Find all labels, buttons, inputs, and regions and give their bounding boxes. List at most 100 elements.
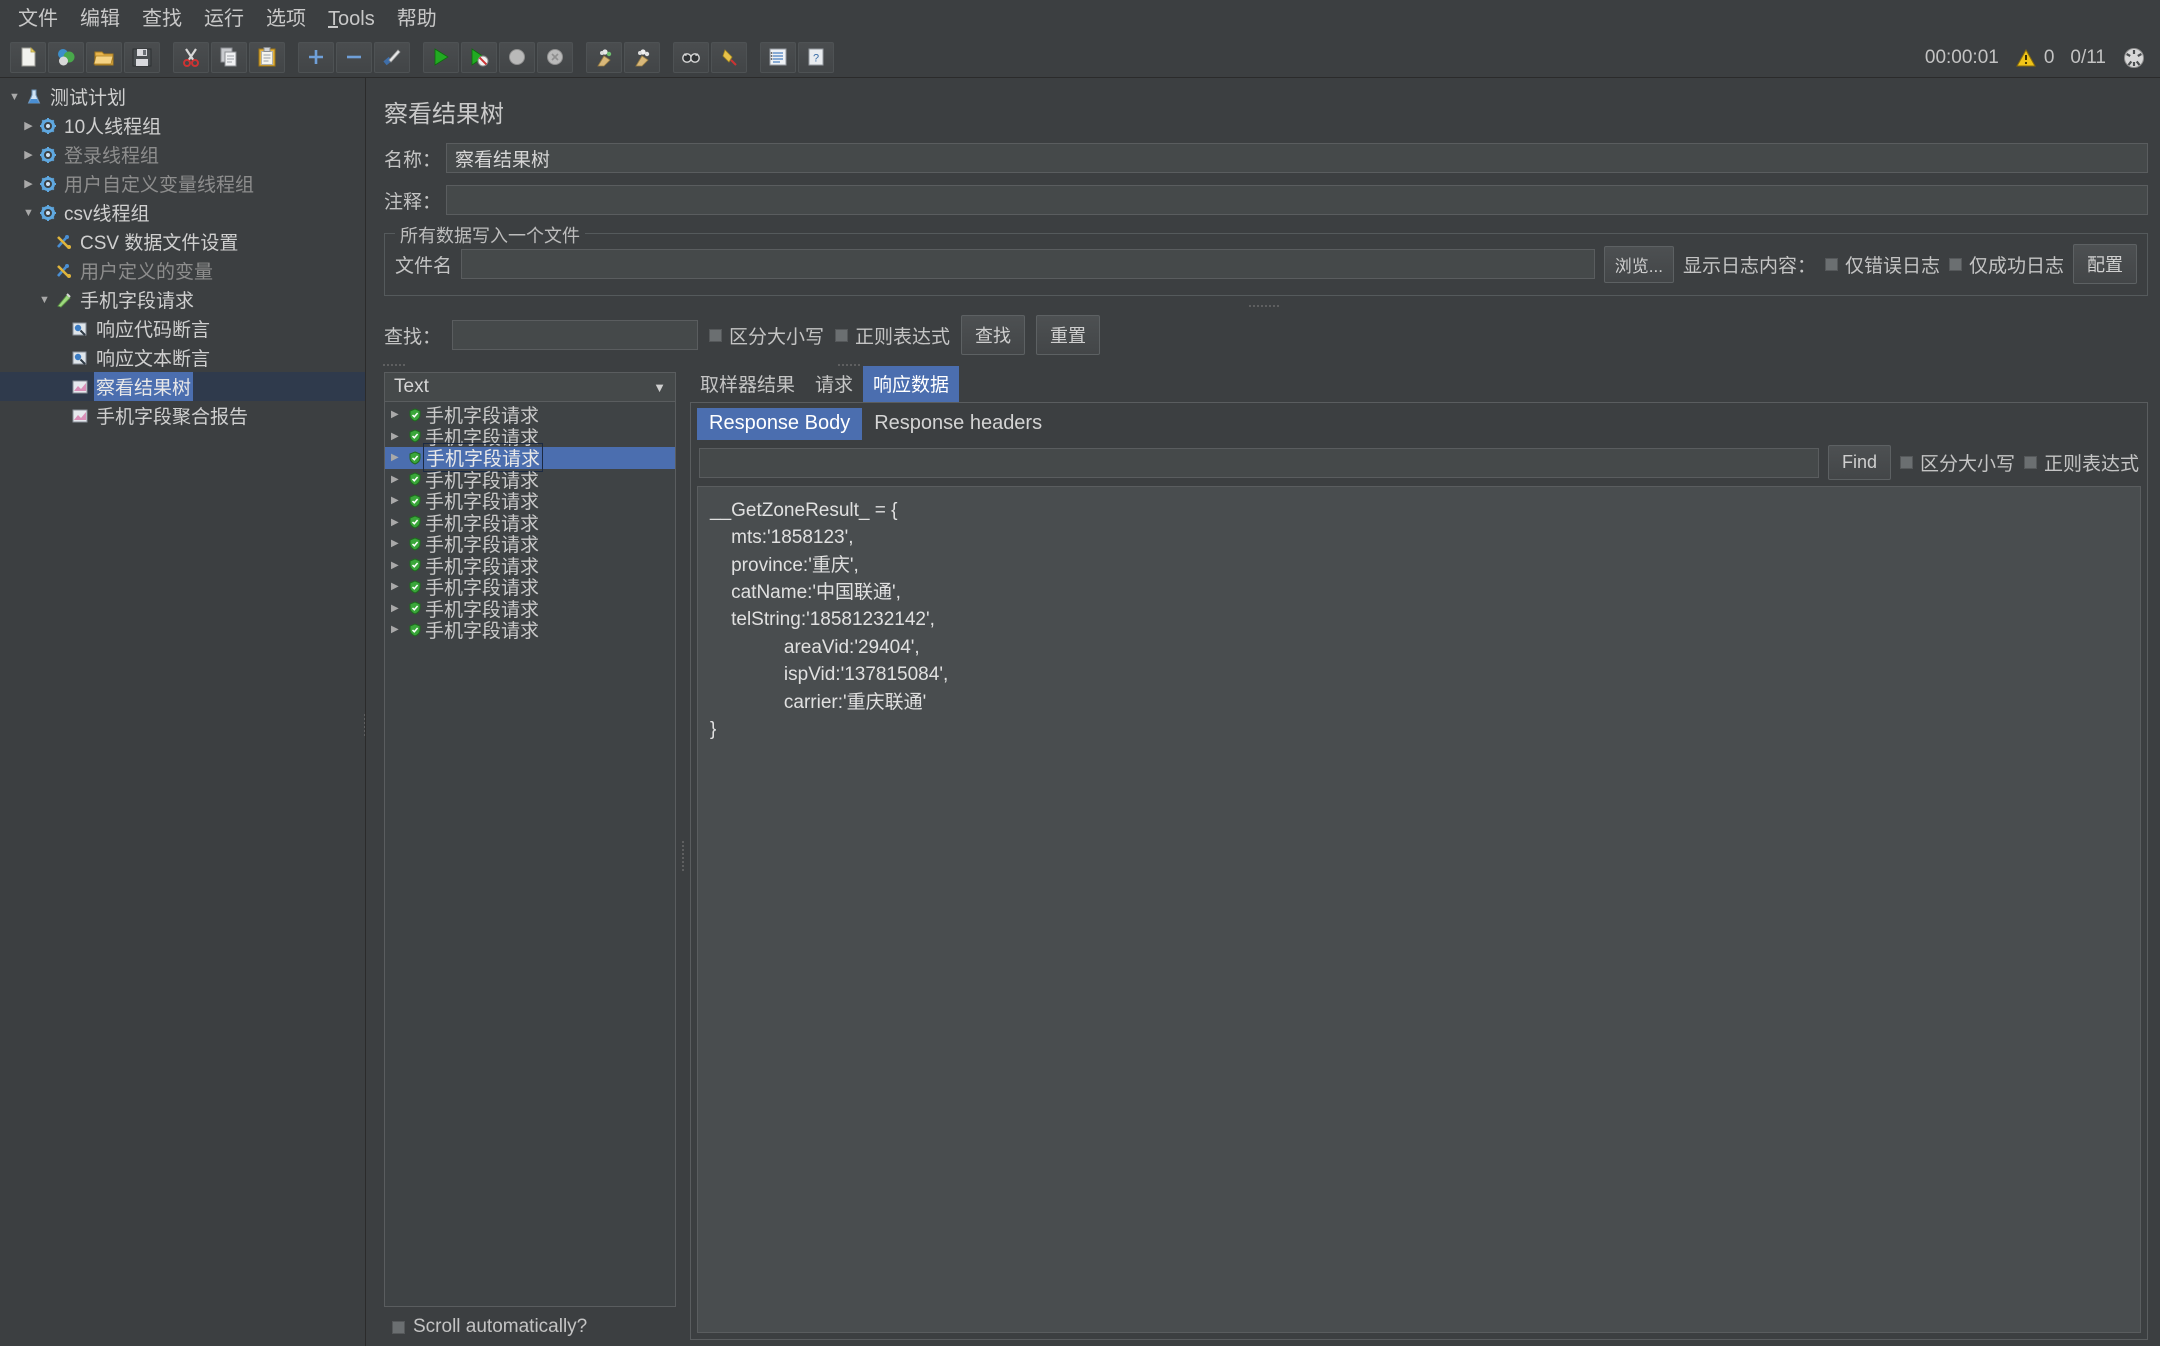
filename-input[interactable] [461, 249, 1595, 279]
chevron-right-icon[interactable]: ▶ [391, 560, 406, 571]
toolbar-search-button[interactable] [673, 41, 709, 73]
chevron-down-icon[interactable]: ▼ [36, 294, 53, 306]
warning-group[interactable]: 0 [2015, 47, 2054, 69]
toolbar-status-group: 00:00:01 0 0/11 [1925, 37, 2146, 78]
search-case-sensitive-checkbox[interactable]: 区分大小写 [709, 322, 824, 349]
tab-response-headers[interactable]: Response headers [862, 408, 1054, 440]
list-item[interactable]: ▶ 手机字段请求 [385, 619, 675, 642]
name-input[interactable] [446, 143, 2148, 173]
horizontal-splitter-lower[interactable] [376, 360, 2152, 370]
menu-help[interactable]: 帮助 [387, 6, 447, 32]
scroll-automatically-checkbox[interactable]: Scroll automatically? [384, 1307, 676, 1340]
response-find-button[interactable]: Find [1827, 445, 1891, 480]
toolbar-stop-button[interactable] [499, 41, 535, 73]
response-regexp-label: 正则表达式 [2043, 454, 2139, 475]
tree-item-aggregate-report[interactable]: 手机字段聚合报告 [0, 401, 365, 430]
tree-item-view-results-tree[interactable]: 察看结果树 [0, 372, 365, 401]
toolbar-start-button[interactable] [423, 41, 459, 73]
toolbar-function-helper-button[interactable] [760, 41, 796, 73]
toolbar-new-button[interactable] [10, 41, 46, 73]
search-find-button[interactable]: 查找 [961, 315, 1026, 355]
menu-edit[interactable]: 编辑 [70, 6, 130, 32]
tab-response-body[interactable]: Response Body [697, 408, 863, 440]
tree-item-user-defined-variables[interactable]: 用户定义的变量 [0, 256, 365, 285]
comment-input[interactable] [446, 185, 2148, 215]
jmeter-window: 文件 编辑 查找 运行 选项 Tools 帮助 ? 00:00:01 0 0/1… [0, 0, 2160, 1346]
chevron-right-icon[interactable]: ▶ [20, 119, 37, 132]
toolbar-reset-search-button[interactable] [711, 41, 747, 73]
chevron-right-icon[interactable]: ▶ [391, 517, 406, 528]
configure-button[interactable]: 配置 [2073, 244, 2137, 284]
chevron-right-icon[interactable]: ▶ [391, 538, 406, 549]
tab-request[interactable]: 请求 [805, 366, 863, 402]
response-body-text[interactable]: __GetZoneResult_ = { mts:'1858123', prov… [697, 486, 2141, 1333]
chevron-down-icon[interactable]: ▼ [6, 91, 23, 103]
remote-status-icon[interactable] [2122, 46, 2146, 70]
chevron-down-icon[interactable]: ▼ [20, 207, 37, 219]
tree-item-thread-group-login[interactable]: ▶ 登录线程组 [0, 140, 365, 169]
tree-item-csv-data-set-config[interactable]: CSV 数据文件设置 [0, 227, 365, 256]
tree-item-thread-group-csv[interactable]: ▼ csv线程组 [0, 198, 365, 227]
chevron-right-icon[interactable]: ▶ [391, 581, 406, 592]
tab-response-data[interactable]: 响应数据 [863, 366, 960, 402]
help-icon: ? [808, 48, 824, 66]
tree-item-label: 登录线程组 [64, 146, 160, 167]
menu-tools[interactable]: Tools [318, 6, 385, 32]
success-shield-icon [406, 580, 423, 594]
tree-splitter-handle[interactable] [361, 712, 365, 738]
sample-result-list[interactable]: ▶ 手机字段请求 ▶ 手机字段请求 ▶ 手机字段请求 ▶ 手机字段请求 ▶ 手机… [384, 402, 676, 1307]
successes-only-checkbox[interactable]: 仅成功日志 [1948, 251, 2064, 278]
toolbar-open-button[interactable] [86, 41, 122, 73]
toolbar-start-no-pauses-button[interactable] [461, 41, 497, 73]
toolbar-toggle-button[interactable] [374, 41, 410, 73]
errors-only-checkbox[interactable]: 仅错误日志 [1824, 251, 1940, 278]
toolbar-expand-all-button[interactable] [298, 41, 334, 73]
tree-item-label: CSV 数据文件设置 [80, 233, 239, 254]
toolbar-clear-button[interactable] [586, 41, 622, 73]
chevron-right-icon[interactable]: ▶ [391, 603, 406, 614]
response-data-tab-content: Response Body Response headers Find 区分大小… [690, 402, 2148, 1340]
chevron-right-icon[interactable]: ▶ [20, 148, 37, 161]
toolbar-help-button[interactable]: ? [798, 41, 834, 73]
toolbar-save-button[interactable] [124, 41, 160, 73]
toolbar-copy-button[interactable] [211, 41, 247, 73]
results-vertical-splitter[interactable] [676, 372, 690, 1340]
chevron-right-icon[interactable]: ▶ [20, 177, 37, 190]
chevron-right-icon[interactable]: ▶ [391, 624, 406, 635]
response-case-sensitive-checkbox[interactable]: 区分大小写 [1899, 449, 2015, 476]
response-regexp-checkbox[interactable]: 正则表达式 [2023, 449, 2139, 476]
browse-button[interactable]: 浏览... [1603, 245, 1674, 283]
toolbar-shutdown-button[interactable] [537, 41, 573, 73]
test-plan-tree[interactable]: ▼ 测试计划 ▶ 10人线程组 ▶ 登录线程组 ▶ 用户自定义变量线程组 ▼ c… [0, 78, 366, 1346]
chevron-right-icon[interactable]: ▶ [391, 452, 406, 463]
search-reset-button[interactable]: 重置 [1036, 315, 1101, 355]
toolbar-clear-all-button[interactable] [624, 41, 660, 73]
chevron-right-icon[interactable]: ▶ [391, 409, 406, 420]
chevron-down-icon[interactable]: ▼ [648, 380, 671, 395]
assertion-icon [69, 347, 90, 368]
chevron-right-icon[interactable]: ▶ [391, 474, 406, 485]
toolbar-paste-button[interactable] [249, 41, 285, 73]
chevron-right-icon[interactable]: ▶ [391, 495, 406, 506]
horizontal-splitter-upper[interactable] [376, 301, 2152, 311]
search-input[interactable] [452, 320, 699, 350]
menu-options[interactable]: 选项 [256, 6, 316, 32]
response-find-input[interactable] [699, 447, 1819, 478]
menu-search[interactable]: 查找 [132, 6, 192, 32]
tab-sampler-result[interactable]: 取样器结果 [690, 366, 805, 402]
toolbar-cut-button[interactable] [173, 41, 209, 73]
menu-run[interactable]: 运行 [194, 6, 254, 32]
chevron-right-icon[interactable]: ▶ [391, 431, 406, 442]
toolbar-templates-button[interactable] [48, 41, 84, 73]
search-row: 查找： 区分大小写 正则表达式 查找 重置 [376, 315, 2152, 355]
tree-item-http-sampler[interactable]: ▼ 手机字段请求 [0, 285, 365, 314]
tree-item-response-text-assertion[interactable]: 响应文本断言 [0, 343, 365, 372]
toolbar-collapse-all-button[interactable] [336, 41, 372, 73]
menu-file[interactable]: 文件 [8, 6, 68, 32]
tree-item-test-plan[interactable]: ▼ 测试计划 [0, 82, 365, 111]
renderer-combo[interactable]: Text ▼ [384, 372, 676, 402]
tree-item-response-code-assertion[interactable]: 响应代码断言 [0, 314, 365, 343]
tree-item-thread-group-user-vars[interactable]: ▶ 用户自定义变量线程组 [0, 169, 365, 198]
tree-item-thread-group-10[interactable]: ▶ 10人线程组 [0, 111, 365, 140]
search-regexp-checkbox[interactable]: 正则表达式 [835, 322, 950, 349]
